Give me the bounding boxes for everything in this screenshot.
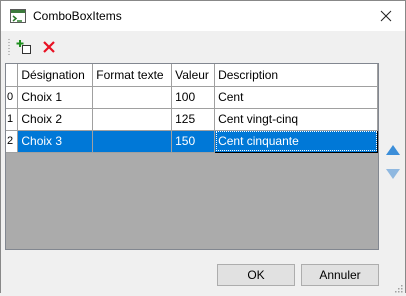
arrow-up-icon [386,145,400,155]
cell-designation[interactable]: Choix 3 [17,130,94,153]
column-header-format-texte[interactable]: Format texte [92,64,173,87]
cancel-button[interactable]: Annuler [301,264,379,286]
add-row-button[interactable] [13,36,35,57]
table-row-selected[interactable]: 2 Choix 3 150 Cent cinquante [6,129,378,153]
row-header[interactable]: 2 [6,130,19,153]
ok-button[interactable]: OK [217,264,295,286]
cell-valeur[interactable]: 100 [171,86,216,109]
column-header-valeur[interactable]: Valeur [171,64,216,87]
corner-header[interactable] [6,64,19,87]
add-row-icon [16,39,31,54]
close-button[interactable] [373,4,399,28]
move-up-button[interactable] [383,140,403,160]
column-header-designation[interactable]: Désignation [17,64,94,87]
header-row: Désignation Format texte Valeur Descript… [6,64,378,87]
app-icon [10,9,26,23]
row-header[interactable]: 0 [6,86,19,109]
cell-format-texte[interactable] [92,130,173,153]
cell-valeur[interactable]: 150 [171,130,216,153]
dialog-footer: OK Annuler [1,253,405,294]
table-row[interactable]: 1 Choix 2 125 Cent vingt-cinq [6,108,378,131]
toolbar [1,32,405,60]
cell-description[interactable]: Cent [214,86,378,109]
delete-row-button[interactable] [38,36,60,57]
items-table: Désignation Format texte Valeur Descript… [6,64,378,153]
dialog-window: ComboBoxItems Désignation Format texte V… [0,0,406,294]
cell-format-texte[interactable] [92,86,173,109]
window-title: ComboBoxItems [33,9,122,23]
cell-designation[interactable]: Choix 1 [17,86,94,109]
delete-row-icon [43,40,55,53]
arrow-down-icon [386,169,400,179]
resize-grip-icon[interactable] [393,282,403,293]
title-bar: ComboBoxItems [1,1,405,31]
move-down-button[interactable] [383,164,403,184]
cell-description[interactable]: Cent vingt-cinq [214,108,378,131]
cell-description-current[interactable]: Cent cinquante [214,129,378,153]
row-header[interactable]: 1 [6,108,19,131]
cell-designation[interactable]: Choix 2 [17,108,94,131]
column-header-description[interactable]: Description [214,64,378,87]
cell-format-texte[interactable] [92,108,173,131]
toolbar-grip[interactable] [8,38,10,55]
cell-valeur[interactable]: 125 [171,108,216,131]
items-grid[interactable]: Désignation Format texte Valeur Descript… [5,63,379,250]
table-row[interactable]: 0 Choix 1 100 Cent [6,86,378,109]
close-icon [380,10,392,22]
